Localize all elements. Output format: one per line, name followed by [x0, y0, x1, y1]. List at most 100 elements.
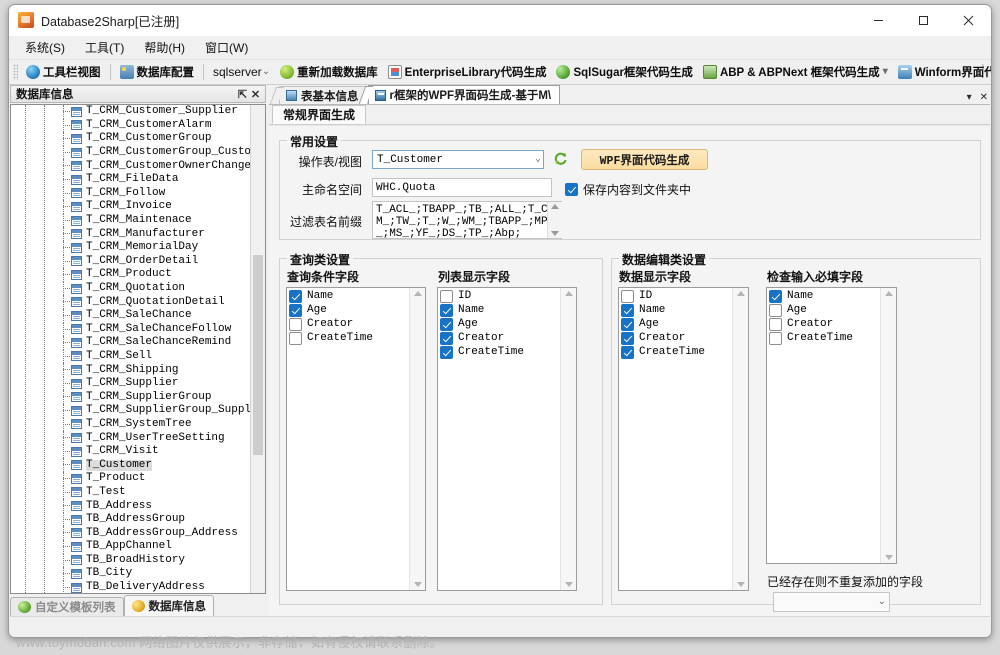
tree-item[interactable]: T_CRM_UserTreeSetting [11, 431, 250, 445]
scroll-down-arrow-icon[interactable] [564, 582, 573, 587]
list-item[interactable]: CreateTime [620, 345, 732, 359]
dock-tab-database-info[interactable]: 数据库信息 [123, 595, 214, 616]
document-tab-wpf-generator[interactable]: r框架的WPF界面码生成-基于M\ [358, 85, 561, 104]
list-item[interactable]: Age [288, 303, 409, 317]
tree-item[interactable]: T_Customer [11, 458, 250, 473]
data-display-fields-scrollbar[interactable] [732, 288, 748, 590]
namespace-input[interactable]: WHC.Quota [372, 178, 552, 197]
tree-item[interactable]: T_Test [11, 485, 250, 500]
document-tab-dropdown-icon[interactable]: ▾ [967, 92, 972, 103]
list-item[interactable]: CreateTime [439, 345, 560, 359]
db-config-button[interactable]: 数据库配置 [115, 62, 200, 82]
scroll-up-arrow-icon[interactable] [736, 291, 745, 296]
list-item-checkbox[interactable] [621, 289, 634, 303]
menu-item-tools[interactable]: 工具(T) [75, 36, 134, 59]
scroll-up-arrow-icon[interactable] [551, 204, 559, 209]
tree-item[interactable]: T_CRM_Manufacturer [11, 227, 250, 241]
tree-item[interactable]: T_CRM_SystemTree [11, 417, 250, 432]
tree-item[interactable]: T_CRM_Quotation [11, 281, 250, 296]
list-item-checkbox[interactable] [621, 331, 634, 345]
tree-item[interactable]: T_CRM_SaleChance [11, 308, 250, 323]
scroll-up-arrow-icon[interactable] [884, 291, 893, 296]
list-item-checkbox[interactable] [621, 303, 634, 317]
tree-item[interactable]: T_CRM_CustomerAlarm [11, 118, 250, 133]
tree-item[interactable]: T_CRM_MemorialDay [11, 240, 250, 255]
scroll-down-arrow-icon[interactable] [736, 582, 745, 587]
sqlsugar-button[interactable]: SqlSugar框架代码生成 [551, 62, 697, 82]
scroll-up-arrow-icon[interactable] [413, 291, 422, 296]
minimize-button[interactable] [856, 5, 901, 36]
tree-item[interactable]: TB_AddressGroup_Address [11, 526, 250, 540]
unique-field-combo[interactable]: ⌄ [773, 592, 890, 612]
tree-item[interactable]: T_CRM_CustomerGroup [11, 132, 250, 146]
list-item-checkbox[interactable] [289, 303, 302, 317]
required-fields-listbox[interactable]: Name Age Creator CreateTime [766, 287, 897, 564]
tree-item[interactable]: T_CRM_Follow [11, 186, 250, 201]
tree-item[interactable]: T_CRM_Customer_Supplier [11, 105, 250, 119]
tree-item[interactable]: T_CRM_SupplierGroup_Supplier [11, 404, 250, 418]
list-item[interactable]: Age [620, 317, 732, 331]
tree-item[interactable]: T_CRM_Shipping [11, 363, 250, 377]
list-item[interactable]: Name [439, 303, 560, 317]
menu-item-system[interactable]: 系统(S) [15, 36, 75, 59]
document-tab-table-info[interactable]: 表基本信息 [269, 86, 368, 104]
tree-item[interactable]: T_CRM_Invoice [11, 200, 250, 214]
refresh-icon[interactable] [553, 151, 568, 166]
tree-item[interactable]: TB_DeliveryAddress [11, 580, 250, 593]
table-prefix-scrollbar[interactable] [547, 202, 562, 238]
tree-item[interactable]: T_CRM_OrderDetail [11, 254, 250, 269]
table-prefix-filter-input[interactable]: T_ACL_;TBAPP_;TB_;ALL_;T_CRM_;TW_;T_;W_;… [372, 201, 562, 239]
tree-item[interactable]: T_CRM_SupplierGroup [11, 390, 250, 405]
dock-pin-icon[interactable]: ⇱ [236, 88, 249, 101]
database-type-combo[interactable]: sqlserver ⌄ [208, 62, 276, 82]
data-display-fields-listbox[interactable]: ID Name Age Creator CreateTime [618, 287, 749, 591]
list-item-checkbox[interactable] [769, 303, 782, 317]
tree-item[interactable]: T_CRM_Sell [11, 349, 250, 364]
tree-item[interactable]: T_CRM_FileData [11, 172, 250, 187]
operate-table-combo[interactable]: T_Customer ⌄ [372, 150, 544, 169]
list-item-checkbox[interactable] [769, 317, 782, 331]
toolbar-overflow-button[interactable]: ⁞ [978, 63, 988, 73]
query-condition-fields-scrollbar[interactable] [409, 288, 425, 590]
list-item-checkbox[interactable] [769, 331, 782, 345]
list-item-checkbox[interactable] [621, 345, 634, 359]
close-button[interactable] [946, 5, 991, 36]
tree-item[interactable]: T_CRM_QuotationDetail [11, 295, 250, 309]
scroll-down-arrow-icon[interactable] [551, 231, 559, 236]
tree-item[interactable]: T_CRM_Product [11, 268, 250, 282]
menu-item-window[interactable]: 窗口(W) [195, 36, 258, 59]
enterprise-library-button[interactable]: EnterpriseLibrary代码生成 [383, 62, 552, 82]
list-item-checkbox[interactable] [440, 317, 453, 331]
list-item-checkbox[interactable] [440, 331, 453, 345]
scroll-down-arrow-icon[interactable] [884, 555, 893, 560]
list-item[interactable]: ID [439, 289, 560, 303]
tree-item[interactable]: T_CRM_SaleChanceRemind [11, 336, 250, 350]
list-item[interactable]: CreateTime [768, 331, 880, 345]
tree-item[interactable]: TB_Address [11, 499, 250, 513]
list-item[interactable]: Name [620, 303, 732, 317]
list-item-checkbox[interactable] [289, 289, 302, 303]
required-fields-scrollbar[interactable] [880, 288, 896, 563]
sub-tab-general-ui-generation[interactable]: 常规界面生成 [272, 105, 367, 124]
save-to-folder-checkbox[interactable] [565, 183, 578, 196]
generate-wpf-code-button[interactable]: WPF界面代码生成 [581, 149, 708, 170]
list-item-checkbox[interactable] [769, 289, 782, 303]
list-display-fields-scrollbar[interactable] [560, 288, 576, 590]
tree-item[interactable]: T_CRM_CustomerGroup_Customer [11, 145, 250, 160]
save-to-folder-checkbox-row[interactable]: 保存内容到文件夹中 [565, 181, 691, 198]
tree-item[interactable]: TB_BroadHistory [11, 553, 250, 568]
list-item-checkbox[interactable] [289, 317, 302, 331]
tree-item[interactable]: T_Product [11, 472, 250, 486]
tree-item[interactable]: T_CRM_Supplier [11, 376, 250, 391]
list-item-checkbox[interactable] [440, 345, 453, 359]
tree-item[interactable]: T_CRM_CustomerOwnerChange [11, 159, 250, 173]
list-item-checkbox[interactable] [440, 289, 453, 303]
list-item[interactable]: Name [288, 289, 409, 303]
tree-item[interactable]: T_CRM_Visit [11, 444, 250, 459]
dock-close-icon[interactable]: ✕ [249, 88, 262, 101]
query-condition-fields-listbox[interactable]: Name Age Creator CreateTime [286, 287, 426, 591]
reload-database-button[interactable]: 重新加载数据库 [275, 62, 383, 82]
tree-scrollbar-thumb[interactable] [253, 255, 263, 455]
tree-item[interactable]: T_CRM_Maintenace [11, 213, 250, 228]
tree-item[interactable]: T_CRM_SaleChanceFollow [11, 322, 250, 337]
